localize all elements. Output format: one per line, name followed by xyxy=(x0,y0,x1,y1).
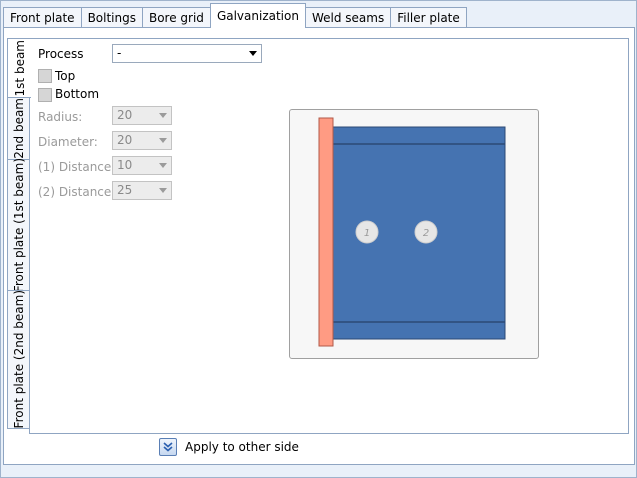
side-tab-1st-beam[interactable]: 1st beam xyxy=(7,38,31,98)
diameter-select[interactable]: 20 xyxy=(112,131,172,150)
bottom-checkbox[interactable] xyxy=(38,88,52,102)
marker-2-text: 2 xyxy=(423,228,429,239)
dropdown-arrow-icon xyxy=(159,113,167,118)
top-checkbox-label: Top xyxy=(55,69,76,83)
dialog-window: Front plate Boltings Bore grid Galvaniza… xyxy=(0,0,637,478)
apply-to-other-side-button[interactable] xyxy=(159,438,177,456)
top-checkbox[interactable] xyxy=(38,69,52,83)
process-select-value: - xyxy=(117,46,122,60)
side-tab-front-plate-1st-beam[interactable]: Front plate (1st beam) xyxy=(7,158,29,293)
beam-preview-drawing: 1 2 xyxy=(318,117,506,347)
distance-x-select[interactable]: 10 xyxy=(112,156,172,175)
dropdown-arrow-icon xyxy=(159,138,167,143)
distance-y-select[interactable]: 25 xyxy=(112,181,172,200)
tab-galvanization[interactable]: Galvanization xyxy=(209,3,306,28)
apply-to-other-side-label: Apply to other side xyxy=(185,440,299,454)
galvanization-preview: 1 2 xyxy=(289,109,539,359)
process-label: Process xyxy=(38,47,84,61)
side-tab-label: 2nd beam xyxy=(11,98,26,159)
tab-boltings[interactable]: Boltings xyxy=(80,7,143,28)
tab-filler-plate[interactable]: Filler plate xyxy=(390,7,467,28)
diameter-select-value: 20 xyxy=(117,133,133,147)
side-tab-front-plate-2nd-beam[interactable]: Front plate (2nd beam) xyxy=(7,290,29,429)
side-tab-2nd-beam[interactable]: 2nd beam xyxy=(7,96,29,161)
diameter-label: Diameter: xyxy=(38,135,98,149)
dropdown-arrow-icon xyxy=(249,51,257,56)
dropdown-arrow-icon xyxy=(159,163,167,168)
front-plate xyxy=(318,117,334,347)
tab-weld-seams[interactable]: Weld seams xyxy=(304,7,392,28)
distance-y-select-value: 25 xyxy=(117,183,133,197)
radius-select[interactable]: 20 xyxy=(112,106,172,125)
marker-1-text: 1 xyxy=(364,228,370,239)
process-select[interactable]: - xyxy=(112,44,262,63)
tab-bore-grid[interactable]: Bore grid xyxy=(141,7,211,28)
radius-select-value: 20 xyxy=(117,108,133,122)
dropdown-arrow-icon xyxy=(159,188,167,193)
top-tab-bar: Front plate Boltings Bore grid Galvaniza… xyxy=(3,3,467,28)
side-tab-label: 1st beam xyxy=(12,39,27,97)
radius-label: Radius: xyxy=(38,110,83,124)
side-tab-label: Front plate (1st beam) xyxy=(11,158,26,293)
bottom-checkbox-label: Bottom xyxy=(55,87,100,101)
side-tab-label: Front plate (2nd beam) xyxy=(11,290,26,429)
distance-x-select-value: 10 xyxy=(117,158,133,172)
double-chevron-down-icon xyxy=(163,442,173,452)
tab-front-plate[interactable]: Front plate xyxy=(3,7,82,28)
